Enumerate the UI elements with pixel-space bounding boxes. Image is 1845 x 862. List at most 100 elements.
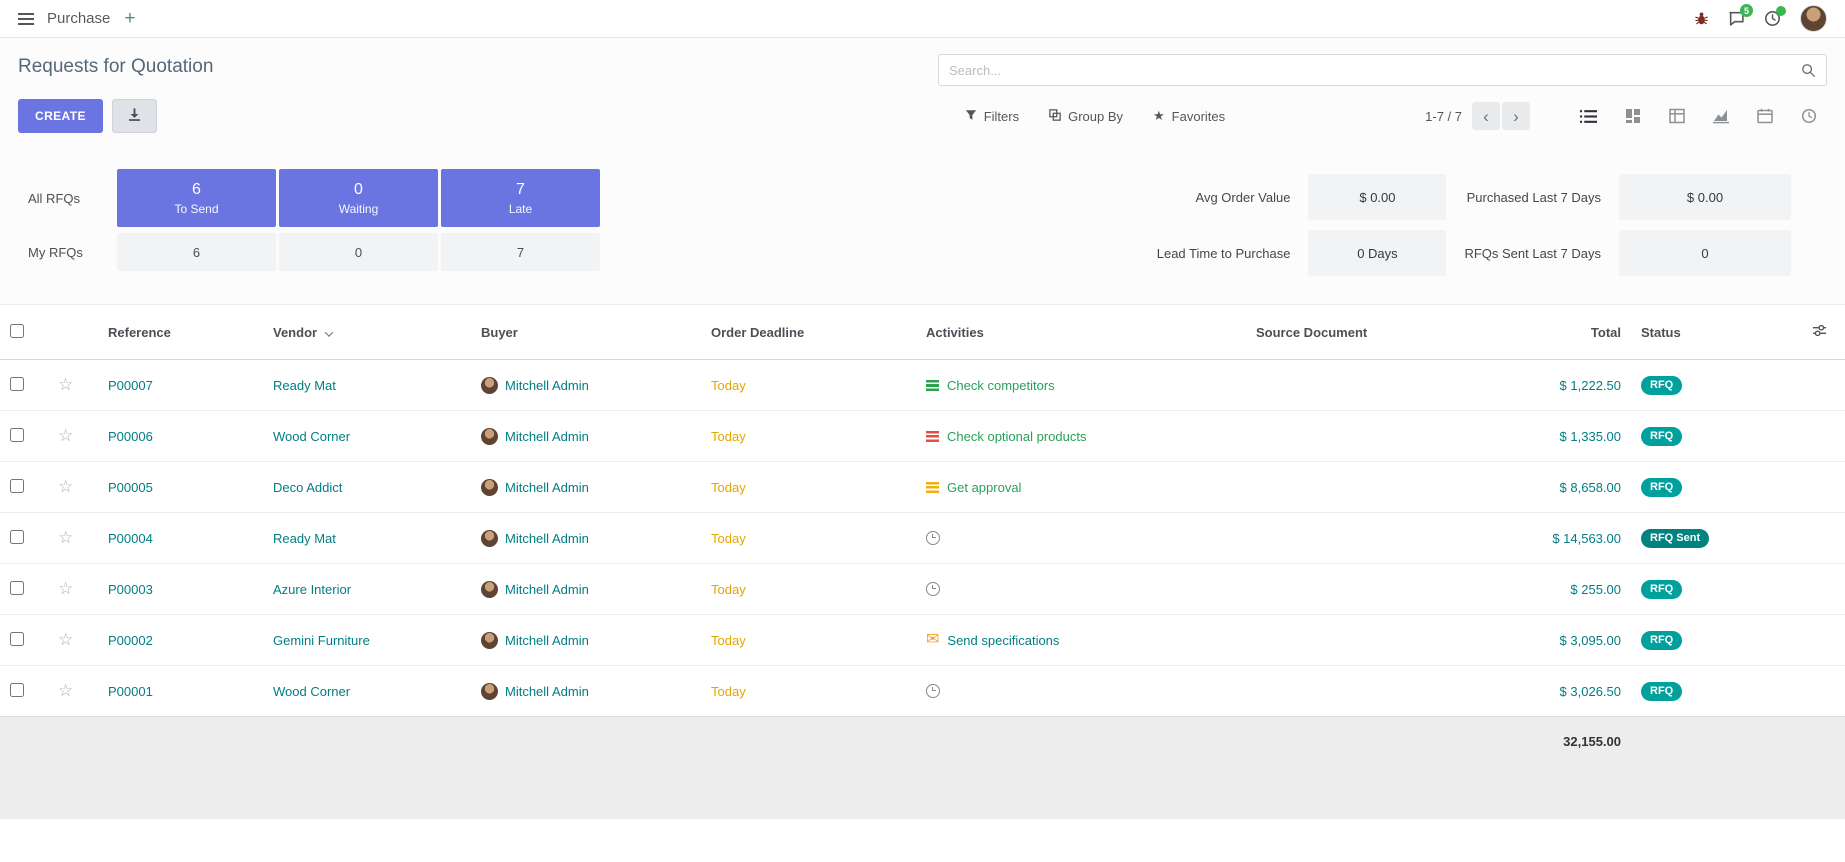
view-kanban-button[interactable]	[1621, 104, 1645, 128]
rfq-activity[interactable]: ✉ Get approval	[916, 462, 1246, 513]
my-waiting-tile[interactable]: 0	[279, 233, 438, 271]
rfq-buyer[interactable]: Mitchell Admin	[471, 564, 701, 615]
tile-to-send[interactable]: 6 To Send	[117, 169, 276, 227]
view-list-button[interactable]	[1576, 104, 1601, 129]
rfq-activity[interactable]: ✉ Send specifications	[916, 615, 1246, 666]
favorite-star-icon[interactable]: ☆	[58, 579, 73, 598]
rfq-row[interactable]: ☆ P00006 Wood Corner Mitchell Admin Toda…	[0, 411, 1845, 462]
rfq-row[interactable]: ☆ P00002 Gemini Furniture Mitchell Admin…	[0, 615, 1845, 666]
rfq-reference[interactable]: P00002	[98, 615, 263, 666]
favorites-button[interactable]: ★ Favorites	[1153, 108, 1225, 124]
rfq-activity[interactable]: ✉ Check optional products	[916, 411, 1246, 462]
favorite-star-icon[interactable]: ☆	[58, 630, 73, 649]
messages-icon[interactable]: 5	[1728, 10, 1745, 27]
search-icon[interactable]	[1801, 63, 1816, 78]
rfq-buyer[interactable]: Mitchell Admin	[471, 462, 701, 513]
rfq-activity[interactable]: ✉	[916, 666, 1246, 717]
rfq-buyer[interactable]: Mitchell Admin	[471, 666, 701, 717]
activity-list-icon	[926, 431, 939, 442]
row-checkbox[interactable]	[10, 428, 24, 442]
row-checkbox[interactable]	[10, 479, 24, 493]
activity-label: Check optional products	[947, 429, 1086, 444]
group-by-button[interactable]: Group By	[1049, 109, 1123, 124]
create-button[interactable]: CREATE	[18, 99, 103, 133]
rfq-vendor[interactable]: Ready Mat	[263, 513, 471, 564]
rfq-buyer[interactable]: Mitchell Admin	[471, 615, 701, 666]
rfq-row[interactable]: ☆ P00007 Ready Mat Mitchell Admin Today …	[0, 360, 1845, 411]
debug-bug-icon[interactable]	[1694, 11, 1709, 26]
rfq-vendor[interactable]: Ready Mat	[263, 360, 471, 411]
col-header-total[interactable]: Total	[1466, 305, 1631, 360]
rfq-row[interactable]: ☆ P00004 Ready Mat Mitchell Admin Today …	[0, 513, 1845, 564]
rfq-buyer[interactable]: Mitchell Admin	[471, 411, 701, 462]
pager-previous-button[interactable]: ‹	[1472, 102, 1500, 130]
row-checkbox[interactable]	[10, 377, 24, 391]
rfq-activity[interactable]: ✉ Check competitors	[916, 360, 1246, 411]
row-checkbox[interactable]	[10, 683, 24, 697]
buyer-avatar	[481, 581, 498, 598]
user-avatar[interactable]	[1800, 5, 1827, 32]
view-pivot-button[interactable]	[1665, 104, 1689, 128]
search-input[interactable]	[949, 63, 1801, 78]
view-calendar-button[interactable]	[1753, 104, 1777, 128]
col-header-vendor[interactable]: Vendor	[263, 305, 471, 360]
rfq-vendor[interactable]: Azure Interior	[263, 564, 471, 615]
rfq-activity[interactable]: ✉	[916, 564, 1246, 615]
rfq-vendor[interactable]: Wood Corner	[263, 666, 471, 717]
favorite-star-icon[interactable]: ☆	[58, 426, 73, 445]
tile-waiting[interactable]: 0 Waiting	[279, 169, 438, 227]
status-badge: RFQ	[1641, 580, 1682, 599]
rfq-buyer[interactable]: Mitchell Admin	[471, 360, 701, 411]
rfq-list-view: Reference Vendor Buyer Order Deadline Ac…	[0, 304, 1845, 819]
pager-next-button[interactable]: ›	[1502, 102, 1530, 130]
favorite-star-icon[interactable]: ☆	[58, 681, 73, 700]
search-box[interactable]	[938, 54, 1827, 86]
col-header-reference[interactable]: Reference	[98, 305, 263, 360]
row-checkbox[interactable]	[10, 632, 24, 646]
buyer-avatar	[481, 428, 498, 445]
col-header-activities[interactable]: Activities	[916, 305, 1246, 360]
rfq-reference[interactable]: P00003	[98, 564, 263, 615]
col-header-order-deadline[interactable]: Order Deadline	[701, 305, 916, 360]
rfq-total: $ 14,563.00	[1466, 513, 1631, 564]
rfq-buyer[interactable]: Mitchell Admin	[471, 513, 701, 564]
favorite-star-icon[interactable]: ☆	[58, 477, 73, 496]
rfq-row[interactable]: ☆ P00003 Azure Interior Mitchell Admin T…	[0, 564, 1845, 615]
rfq-vendor[interactable]: Wood Corner	[263, 411, 471, 462]
rfq-vendor[interactable]: Gemini Furniture	[263, 615, 471, 666]
favorite-star-icon[interactable]: ☆	[58, 375, 73, 394]
rfq-reference[interactable]: P00005	[98, 462, 263, 513]
col-header-buyer[interactable]: Buyer	[471, 305, 701, 360]
activity-list-icon	[926, 482, 939, 493]
tile-late[interactable]: 7 Late	[441, 169, 600, 227]
rfq-vendor[interactable]: Deco Addict	[263, 462, 471, 513]
select-all-checkbox[interactable]	[10, 324, 24, 338]
rfq-activity[interactable]: ✉	[916, 513, 1246, 564]
rfq-total: $ 3,026.50	[1466, 666, 1631, 717]
activities-clock-icon[interactable]	[1764, 10, 1781, 27]
favorite-star-icon[interactable]: ☆	[58, 528, 73, 547]
view-graph-button[interactable]	[1709, 104, 1733, 128]
col-header-source-document[interactable]: Source Document	[1246, 305, 1466, 360]
avg-order-value: $ 0.00	[1308, 174, 1446, 220]
view-activity-button[interactable]	[1797, 104, 1821, 128]
my-to-send-tile[interactable]: 6	[117, 233, 276, 271]
export-download-button[interactable]	[112, 99, 157, 133]
filters-button[interactable]: Filters	[965, 109, 1019, 124]
col-header-status[interactable]: Status	[1631, 305, 1751, 360]
row-checkbox[interactable]	[10, 530, 24, 544]
rfq-reference[interactable]: P00006	[98, 411, 263, 462]
optional-columns-icon[interactable]	[1812, 326, 1827, 341]
my-late-tile[interactable]: 7	[441, 233, 600, 271]
rfq-reference[interactable]: P00001	[98, 666, 263, 717]
rfq-reference[interactable]: P00004	[98, 513, 263, 564]
download-icon	[127, 107, 142, 125]
app-name[interactable]: Purchase	[47, 10, 110, 27]
rfq-row[interactable]: ☆ P00005 Deco Addict Mitchell Admin Toda…	[0, 462, 1845, 513]
row-checkbox[interactable]	[10, 581, 24, 595]
to-send-label: To Send	[174, 202, 218, 216]
rfq-reference[interactable]: P00007	[98, 360, 263, 411]
rfq-row[interactable]: ☆ P00001 Wood Corner Mitchell Admin Toda…	[0, 666, 1845, 717]
apps-menu-icon[interactable]	[18, 13, 34, 25]
plus-icon[interactable]: +	[124, 9, 135, 28]
